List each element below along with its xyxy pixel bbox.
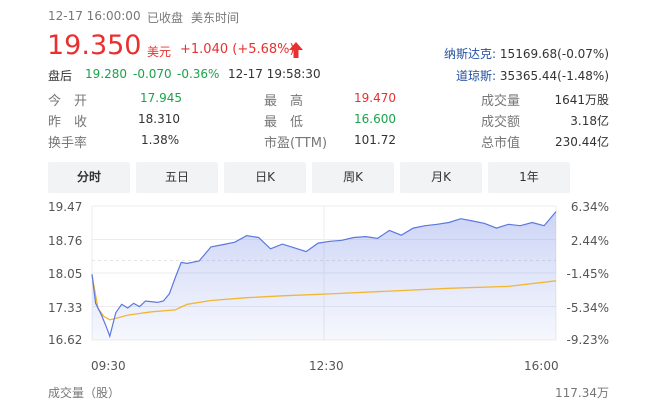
y-tick-label: 18.76 [48, 234, 83, 248]
volume-chart-label: 成交量（股） [48, 386, 121, 400]
intraday-chart[interactable] [0, 0, 646, 407]
y-tick-label: 16.62 [48, 333, 83, 347]
y-pct-tick-label: -9.23% [566, 333, 609, 347]
y-tick-label: 17.33 [48, 301, 83, 315]
y-tick-label: 19.47 [48, 200, 83, 214]
y-pct-tick-label: 2.44% [570, 234, 609, 248]
x-tick-label: 12:30 [309, 359, 344, 373]
x-tick-label: 09:30 [91, 359, 126, 373]
y-pct-tick-label: -1.45% [566, 267, 609, 281]
y-pct-tick-label: 6.34% [570, 200, 609, 214]
volume-max-label: 117.34万 [555, 386, 609, 400]
y-tick-label: 18.05 [48, 267, 83, 281]
y-pct-tick-label: -5.34% [566, 301, 609, 315]
x-tick-label: 16:00 [524, 359, 559, 373]
